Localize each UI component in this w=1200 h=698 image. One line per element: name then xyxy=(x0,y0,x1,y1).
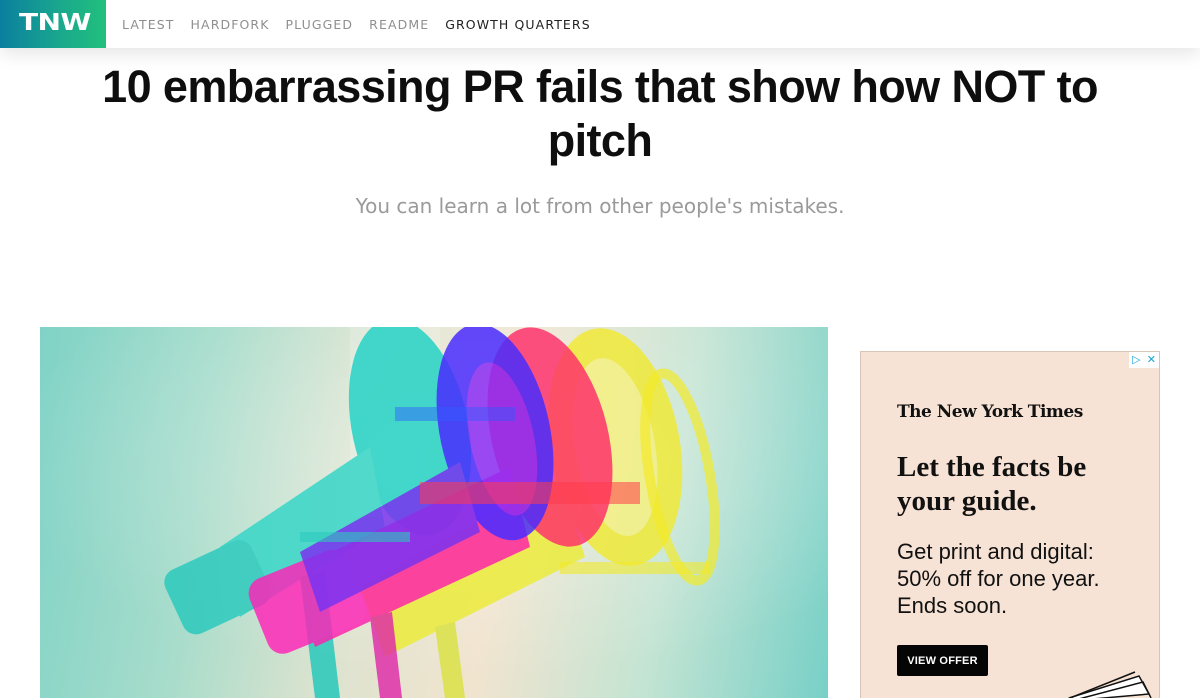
view-offer-button[interactable]: VIEW OFFER xyxy=(897,645,988,676)
ad-brand: The New York Times xyxy=(897,402,1083,422)
article-title: 10 embarrassing PR fails that show how N… xyxy=(102,61,1098,166)
advertisement[interactable]: ▷ ✕ The New York Times Let the facts be … xyxy=(860,351,1160,698)
adchoices-icon[interactable]: ▷ xyxy=(1132,352,1140,368)
megaphone-illustration xyxy=(40,327,828,698)
ad-offer-line: 50% off for one year. xyxy=(897,566,1100,591)
main-nav: LATEST HARDFORK PLUGGED README GROWTH QU… xyxy=(122,0,607,48)
nav-item-hardfork[interactable]: HARDFORK xyxy=(191,17,270,32)
newspaper-icon xyxy=(1067,671,1152,698)
site-logo[interactable]: TNW xyxy=(0,0,106,48)
article-subtitle: You can learn a lot from other people's … xyxy=(355,194,845,218)
ad-choices[interactable]: ▷ ✕ xyxy=(1129,352,1159,368)
nav-item-latest[interactable]: LATEST xyxy=(122,17,175,32)
hero-image xyxy=(40,327,828,698)
close-icon[interactable]: ✕ xyxy=(1147,352,1156,368)
ad-offer-line: Get print and digital: xyxy=(897,539,1094,564)
logo-text: TNW xyxy=(19,10,91,36)
ad-offer-line: Ends soon. xyxy=(897,593,1008,618)
nav-item-growth-quarters[interactable]: GROWTH QUARTERS xyxy=(445,17,591,32)
nav-item-readme[interactable]: README xyxy=(369,17,429,32)
top-navigation-bar: TNW LATEST HARDFORK PLUGGED README GROWT… xyxy=(0,0,1200,48)
nav-item-plugged[interactable]: PLUGGED xyxy=(286,17,354,32)
ad-headline: Let the facts be your guide. xyxy=(897,451,1087,517)
